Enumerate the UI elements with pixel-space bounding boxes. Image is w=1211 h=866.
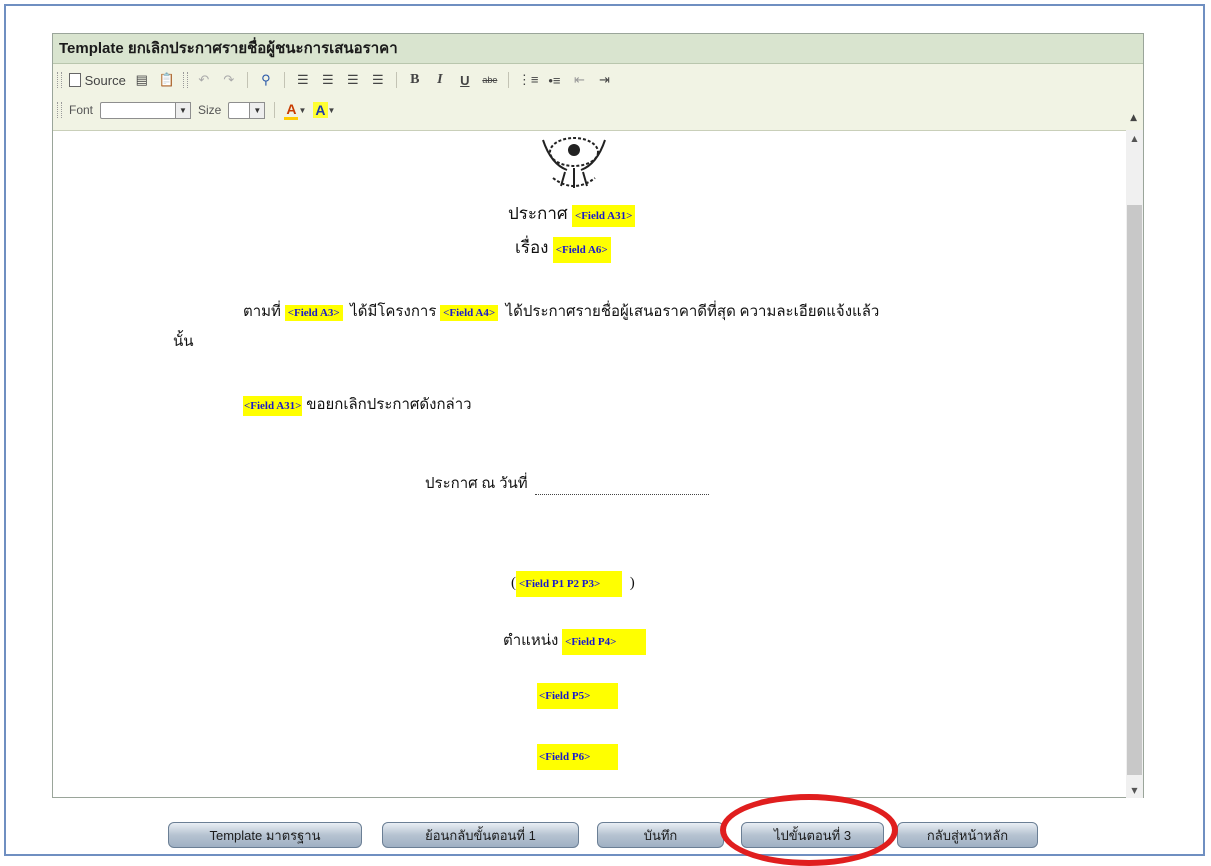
back-step1-button[interactable]: ย้อนกลับขั้นตอนที่ 1 xyxy=(382,822,579,848)
scroll-down-icon[interactable]: ▼ xyxy=(1126,782,1143,798)
announce-prefix: ประกาศ xyxy=(508,204,568,223)
align-right-icon[interactable]: ☰ xyxy=(344,70,362,90)
bold-button[interactable]: B xyxy=(406,70,424,90)
date-line: ประกาศ ณ วันที่ xyxy=(425,471,710,495)
chevron-down-icon: ▼ xyxy=(176,101,192,119)
garuda-emblem xyxy=(542,137,606,188)
paragraph-1-continuation: นั้น xyxy=(173,334,194,350)
italic-button[interactable]: I xyxy=(431,70,449,90)
font-label: Font xyxy=(69,103,94,117)
field-p5-placeholder[interactable]: <Field P5> xyxy=(537,683,619,709)
date-blank xyxy=(535,476,710,495)
announce-line: ประกาศ <Field A31> xyxy=(508,200,636,227)
document-body: ประกาศ <Field A31> เรื่อง <Field A6> ตาม… xyxy=(53,130,1126,798)
paragraph-2: <Field A31> ขอยกเลิกประกาศดังกล่าว xyxy=(243,392,472,416)
toolbar-row-2: Font ▼ Size ▼ A ▼ A ▼ xyxy=(57,98,335,122)
align-justify-icon[interactable]: ☰ xyxy=(369,70,387,90)
scroll-up-icon[interactable]: ▲ xyxy=(1126,130,1143,146)
field-a6-placeholder[interactable]: <Field A6> xyxy=(552,237,611,263)
font-select[interactable]: ▼ xyxy=(100,101,192,119)
field-p4-placeholder[interactable]: <Field P4> xyxy=(562,629,647,655)
editor-toolbar: Source ▤ 📋 ↶ ↷ ⚲ ☰ ☰ ☰ ☰ B I U abe ⋮≡ •≡… xyxy=(53,64,1143,131)
subject-prefix: เรื่อง xyxy=(515,238,549,257)
size-select[interactable]: ▼ xyxy=(228,101,266,119)
template-editor-panel: Template ยกเลิกประกาศรายชื่อผู้ชนะการเสน… xyxy=(52,33,1144,798)
background-color-icon: A xyxy=(313,102,328,118)
bullet-list-icon[interactable]: •≡ xyxy=(545,70,563,90)
template-standard-button[interactable]: Template มาตรฐาน xyxy=(168,822,362,848)
scrollbar-thumb[interactable] xyxy=(1127,205,1142,775)
find-icon[interactable]: ⚲ xyxy=(257,70,275,90)
field-p1p2p3-placeholder[interactable]: <Field P1 P2 P3> xyxy=(516,571,623,597)
copy-icon[interactable]: ▤ xyxy=(133,70,151,90)
toolbar-row-1: Source ▤ 📋 ↶ ↷ ⚲ ☰ ☰ ☰ ☰ B I U abe ⋮≡ •≡… xyxy=(57,68,613,92)
paste-icon[interactable]: 📋 xyxy=(158,70,176,90)
align-center-icon[interactable]: ☰ xyxy=(319,70,337,90)
field-a4-placeholder[interactable]: <Field A4> xyxy=(440,305,499,321)
background-color-button[interactable]: A ▼ xyxy=(313,100,335,120)
indent-icon[interactable]: ⇥ xyxy=(595,70,613,90)
field-p6-placeholder[interactable]: <Field P6> xyxy=(537,744,619,770)
field-p6-line: <Field P6> xyxy=(537,744,619,770)
annotation-circle xyxy=(720,794,898,866)
home-button[interactable]: กลับสู่หน้าหลัก xyxy=(897,822,1038,848)
field-a31-placeholder[interactable]: <Field A31> xyxy=(571,205,636,227)
align-left-icon[interactable]: ☰ xyxy=(294,70,312,90)
field-a3-placeholder[interactable]: <Field A3> xyxy=(284,305,343,321)
size-label: Size xyxy=(198,103,222,117)
vertical-scrollbar[interactable]: ▲ ▼ xyxy=(1126,130,1143,798)
source-button[interactable]: Source xyxy=(69,70,126,90)
action-buttons: Template มาตรฐาน ย้อนกลับขั้นตอนที่ 1 บั… xyxy=(0,822,1211,852)
numbered-list-icon[interactable]: ⋮≡ xyxy=(518,70,539,90)
editor-content-area[interactable]: ประกาศ <Field A31> เรื่อง <Field A6> ตาม… xyxy=(53,130,1126,798)
underline-button[interactable]: U xyxy=(456,70,474,90)
chevron-down-icon: ▼ xyxy=(250,101,266,119)
text-color-button[interactable]: A ▼ xyxy=(284,100,306,120)
collapse-toolbar-icon[interactable]: ▲ xyxy=(1130,113,1137,123)
save-button[interactable]: บันทึก xyxy=(597,822,724,848)
position-line: ตำแหน่ง <Field P4> xyxy=(503,628,647,655)
outdent-icon[interactable]: ⇤ xyxy=(570,70,588,90)
field-a31-placeholder-2[interactable]: <Field A31> xyxy=(243,396,303,416)
field-p5-line: <Field P5> xyxy=(537,683,619,709)
redo-icon[interactable]: ↷ xyxy=(220,70,238,90)
strikethrough-button[interactable]: abe xyxy=(481,70,499,90)
source-label: Source xyxy=(84,72,126,88)
signature-line: (<Field P1 P2 P3> ) xyxy=(511,571,635,597)
toolbar-grip xyxy=(57,72,62,88)
subject-line: เรื่อง <Field A6> xyxy=(515,234,611,263)
undo-icon[interactable]: ↶ xyxy=(195,70,213,90)
source-icon xyxy=(69,73,81,87)
panel-title: Template ยกเลิกประกาศรายชื่อผู้ชนะการเสน… xyxy=(53,34,1143,64)
text-color-icon: A xyxy=(284,101,299,120)
paragraph-1: ตามที่ <Field A3> ได้มีโครงการ <Field A4… xyxy=(243,304,880,321)
